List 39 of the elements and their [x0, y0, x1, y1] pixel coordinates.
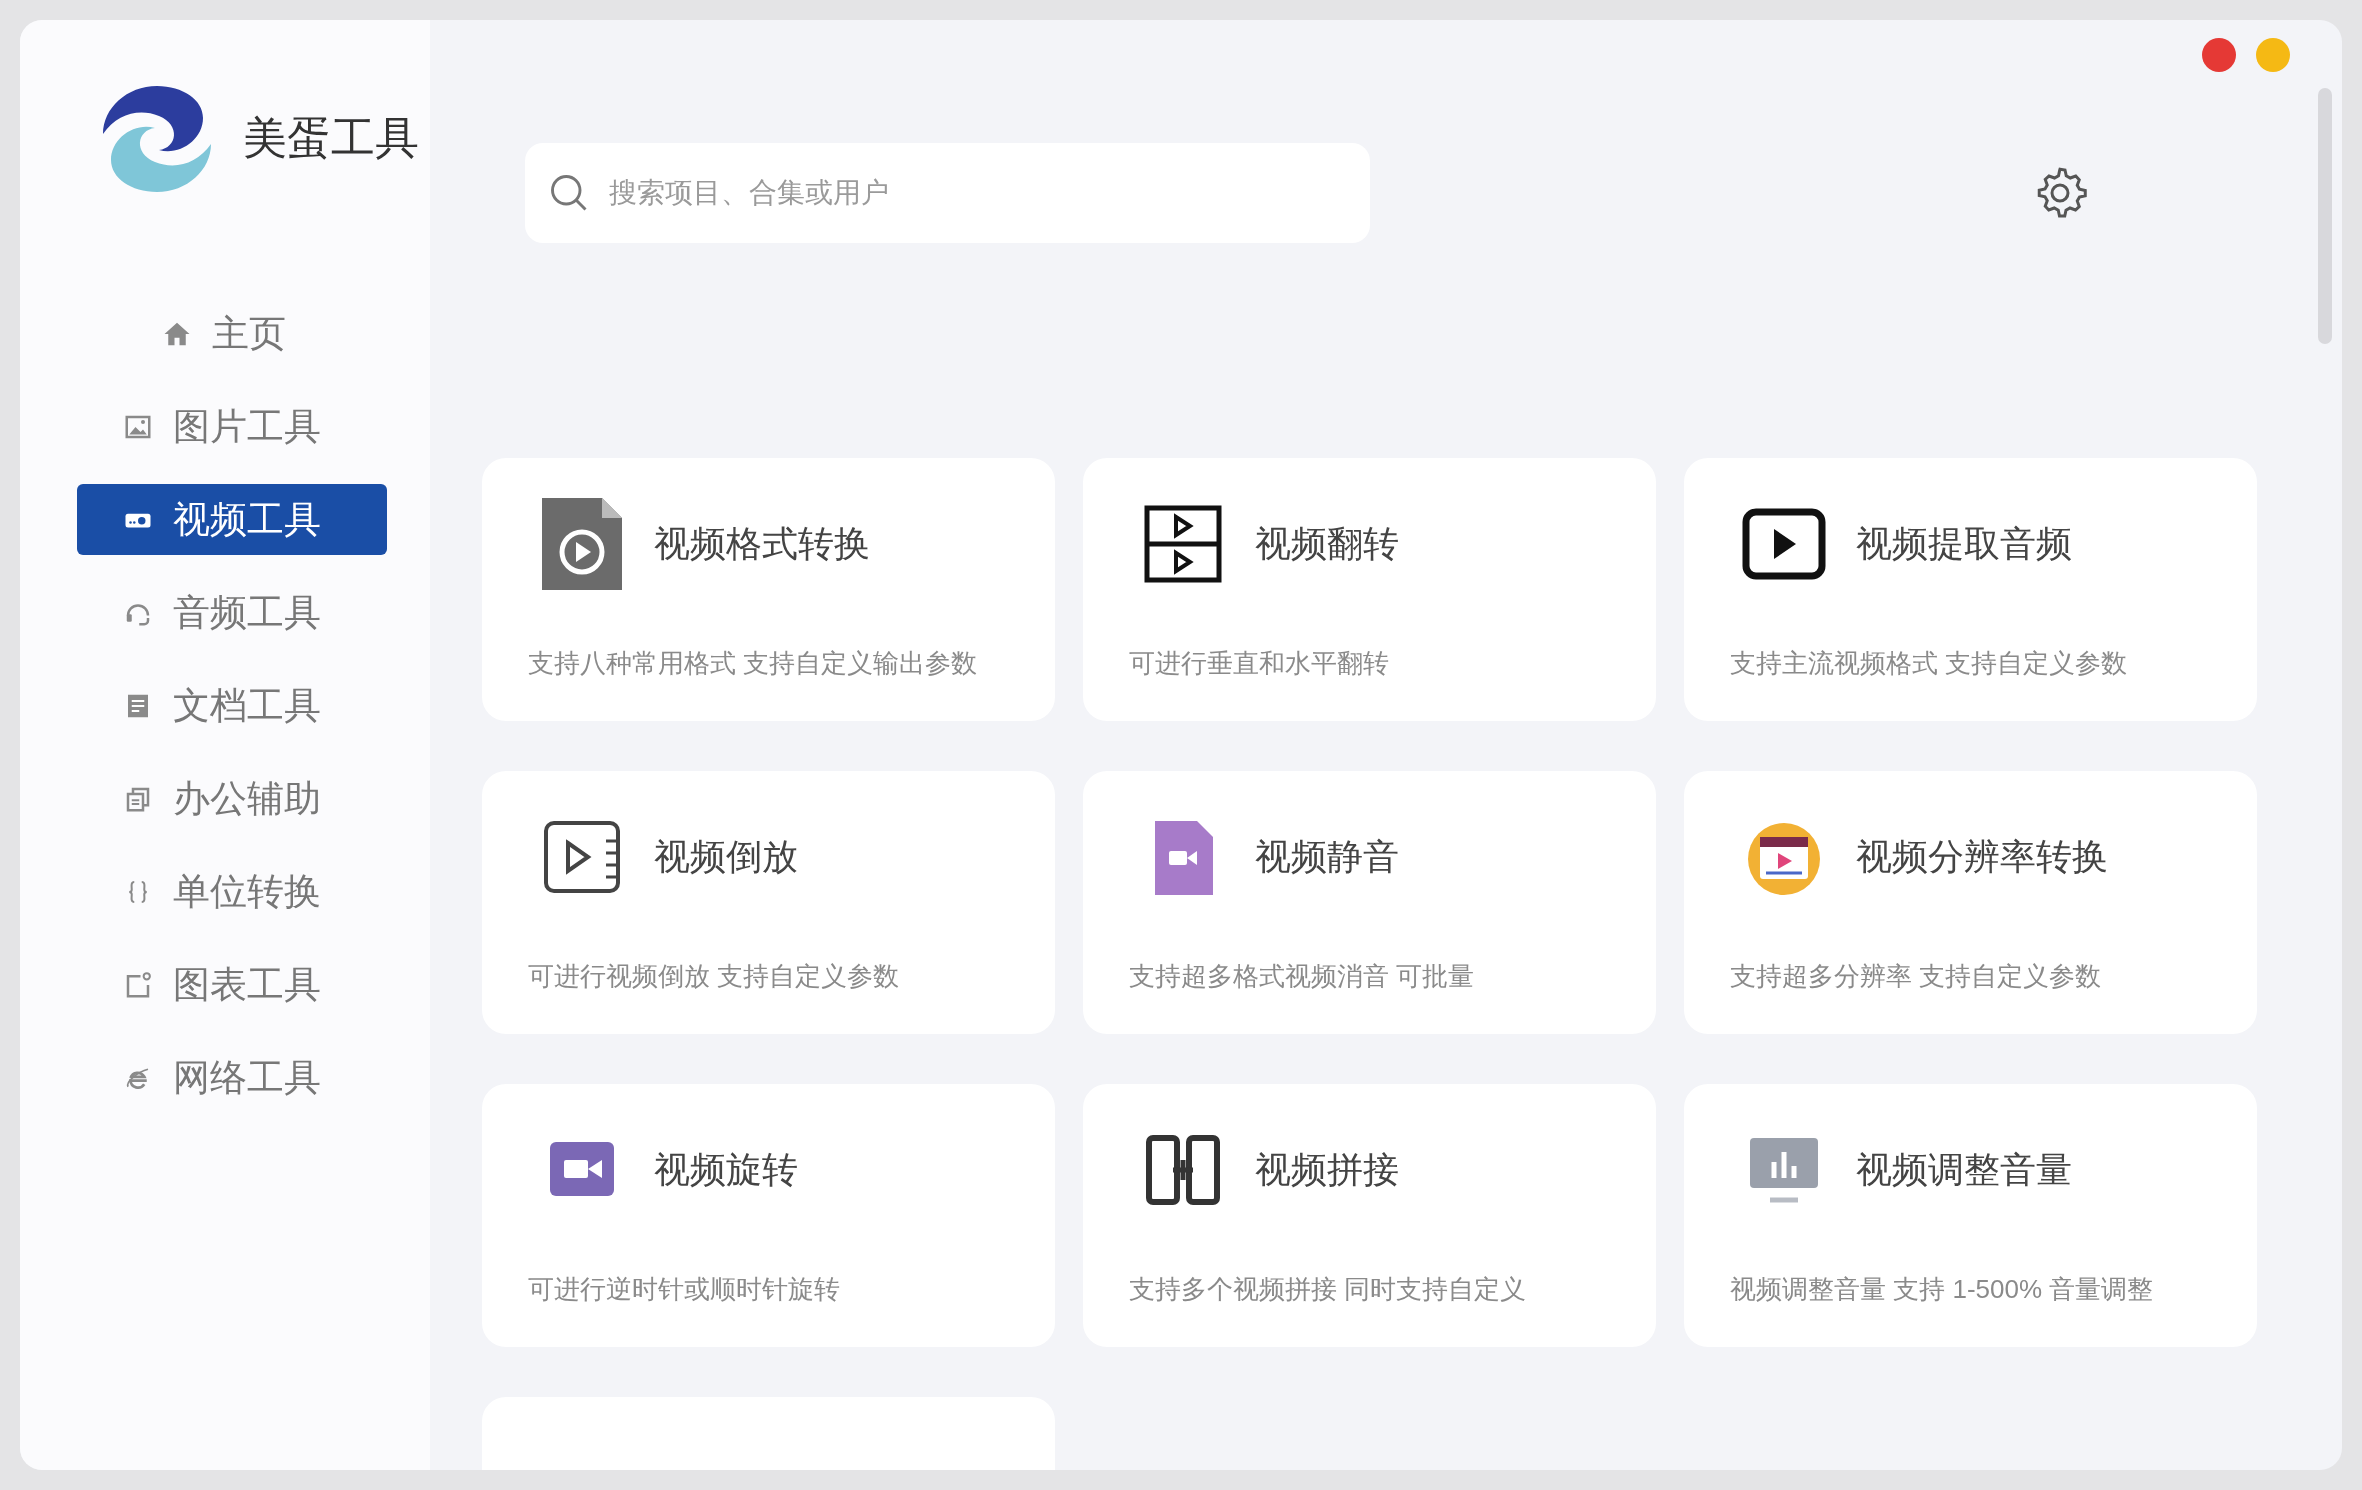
tool-description: 支持超多分辨率 支持自定义参数	[1730, 960, 2103, 993]
tool-description: 视频调整音量 支持 1-500% 音量调整	[1730, 1273, 2155, 1306]
tool-title: 视频静音	[1255, 835, 1399, 879]
tool-card[interactable]: 视频翻转 可进行垂直和水平翻转	[1083, 458, 1656, 721]
tool-description: 支持多个视频拼接 同时支持自定义	[1129, 1273, 1528, 1306]
tool-card[interactable]: 视频静音 支持超多格式视频消音 可批量	[1083, 771, 1656, 1034]
tool-description: 支持超多格式视频消音 可批量	[1129, 960, 1476, 993]
sidebar-item[interactable]: 视频工具	[77, 484, 387, 555]
tool-title: 视频提取音频	[1856, 522, 2072, 566]
sidebar-item[interactable]: 音频工具	[77, 577, 387, 648]
sidebar-item[interactable]: 图表工具	[77, 949, 387, 1020]
tool-title: 视频格式转换	[654, 522, 870, 566]
app-name: 美蛋工具	[243, 113, 419, 165]
tool-title: 视频调整音量	[1856, 1148, 2072, 1192]
sidebar-item[interactable]: 办公辅助	[77, 763, 387, 834]
tool-card[interactable]: 视频调整音量 视频调整音量 支持 1-500% 音量调整	[1684, 1084, 2257, 1347]
sidebar-item[interactable]: 文档工具	[77, 670, 387, 741]
tool-description: 可进行垂直和水平翻转	[1129, 647, 1390, 680]
tool-card[interactable]: 视频提取音频 支持主流视频格式 支持自定义参数	[1684, 458, 2257, 721]
tool-description: 可进行视频倒放 支持自定义参数	[528, 960, 901, 993]
tool-title: 视频分辨率转换	[1856, 835, 2108, 879]
search-field[interactable]: 搜索项目、合集或用户	[525, 143, 1370, 243]
tool-title: 视频倒放	[654, 835, 798, 879]
sidebar-item[interactable]: 单位转换	[77, 856, 387, 927]
tool-card[interactable]: 视频格式转换 支持八种常用格式 支持自定义输出参数	[482, 458, 1055, 721]
tool-title: 视频拼接	[1255, 1148, 1399, 1192]
tool-title: 视频旋转	[654, 1148, 798, 1192]
tool-card[interactable]: 视频倒放 可进行视频倒放 支持自定义参数	[482, 771, 1055, 1034]
sidebar-item[interactable]: 主页	[77, 298, 387, 369]
tool-description: 支持主流视频格式 支持自定义参数	[1730, 647, 2129, 680]
tool-card[interactable]: 视频分辨率转换 支持超多分辨率 支持自定义参数	[1684, 771, 2257, 1034]
tool-card[interactable]: 视频旋转 可进行逆时针或顺时针旋转	[482, 1084, 1055, 1347]
sidebar-item[interactable]: 网络工具	[77, 1042, 387, 1113]
tool-description: 可进行逆时针或顺时针旋转	[528, 1273, 841, 1306]
tool-description: 支持八种常用格式 支持自定义输出参数	[528, 647, 979, 680]
tool-title: 视频翻转	[1255, 522, 1399, 566]
sidebar-item[interactable]: 图片工具	[77, 391, 387, 462]
tool-card[interactable]: 视频拼接 支持多个视频拼接 同时支持自定义	[1083, 1084, 1656, 1347]
scrollbar[interactable]	[2318, 88, 2332, 344]
